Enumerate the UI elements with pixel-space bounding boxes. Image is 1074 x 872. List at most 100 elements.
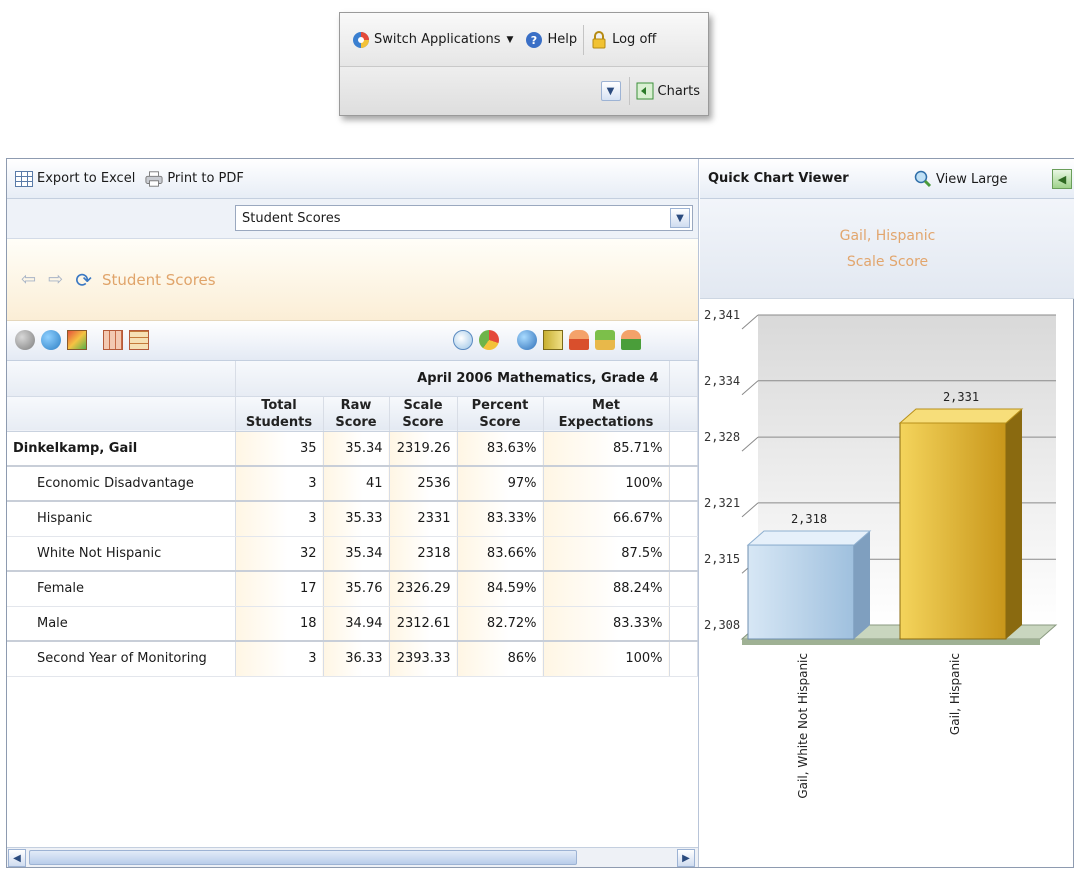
report-select[interactable]: Student Scores ▼ bbox=[235, 205, 693, 231]
chart-subtitle: Scale Score bbox=[846, 253, 929, 270]
table-row[interactable]: Economic Disadvantage 3 41 2536 97% 100% bbox=[7, 465, 698, 502]
column-header-scale-score[interactable]: Scale Score bbox=[389, 396, 458, 432]
exit-icon[interactable]: ◀ bbox=[1052, 169, 1072, 189]
chart-title-block: Gail, Hispanic Scale Score bbox=[700, 199, 1074, 299]
bar-value-label: 2,331 bbox=[943, 390, 979, 404]
charts-label: Charts bbox=[657, 83, 701, 99]
cell-total-students: 18 bbox=[235, 606, 324, 642]
horizontal-scrollbar[interactable]: ◀ ▶ bbox=[7, 847, 698, 867]
bar-value-label: 2,318 bbox=[791, 512, 827, 526]
pie-chart-icon[interactable] bbox=[479, 330, 499, 350]
book-icon[interactable] bbox=[543, 330, 563, 350]
table-filler-cell bbox=[669, 606, 698, 642]
row-label[interactable]: Dinkelkamp, Gail bbox=[7, 431, 236, 467]
grid-view-icon[interactable] bbox=[103, 330, 123, 350]
cell-raw-score: 35.33 bbox=[323, 500, 390, 537]
quick-chart-title: Quick Chart Viewer bbox=[708, 171, 849, 186]
cell-total-students: 3 bbox=[235, 640, 324, 677]
svg-text:?: ? bbox=[531, 34, 537, 47]
log-off-button[interactable]: Log off bbox=[584, 13, 662, 66]
breadcrumb[interactable]: Student Scores bbox=[102, 271, 216, 289]
scroll-right-icon[interactable]: ▶ bbox=[677, 849, 695, 867]
row-label[interactable]: Second Year of Monitoring bbox=[7, 640, 236, 677]
teacher-icon[interactable] bbox=[569, 330, 589, 350]
cell-percent-score: 97% bbox=[457, 465, 544, 502]
scrollbar-thumb[interactable] bbox=[29, 850, 577, 865]
cell-scale-score: 2319.26 bbox=[389, 431, 458, 467]
row-label[interactable]: Male bbox=[7, 606, 236, 642]
chart-toggle-icon[interactable] bbox=[453, 330, 473, 350]
log-off-label: Log off bbox=[612, 32, 657, 47]
gridline-depth bbox=[741, 380, 759, 396]
charts-icon bbox=[636, 82, 654, 100]
row-label[interactable]: Economic Disadvantage bbox=[7, 465, 236, 502]
chart-title: Gail, Hispanic bbox=[839, 227, 936, 244]
y-tick-label: 2,315 bbox=[704, 552, 740, 566]
table-filler-cell bbox=[669, 361, 698, 397]
student-icon[interactable] bbox=[621, 330, 641, 350]
switch-applications-label: Switch Applications bbox=[374, 32, 501, 47]
table-corner-cell bbox=[7, 396, 236, 432]
switch-applications-button[interactable]: Switch Applications ▼ bbox=[346, 13, 519, 66]
cell-met-expectations: 83.33% bbox=[543, 606, 670, 642]
table-filler-cell bbox=[669, 396, 698, 432]
cell-percent-score: 83.63% bbox=[457, 431, 544, 467]
row-label[interactable]: Hispanic bbox=[7, 500, 236, 537]
back-arrow-icon[interactable]: ⇦ bbox=[21, 269, 36, 290]
cell-total-students: 32 bbox=[235, 536, 324, 572]
row-label[interactable]: White Not Hispanic bbox=[7, 536, 236, 572]
column-header-total-students[interactable]: Total Students bbox=[235, 396, 324, 432]
bar-chart: 2,341 2,334 2,328 2,321 2,315 2,308 2,318 Gail,… bbox=[704, 308, 1058, 799]
row-label[interactable]: Female bbox=[7, 570, 236, 607]
cell-total-students: 3 bbox=[235, 465, 324, 502]
table-view-icon[interactable] bbox=[129, 330, 149, 350]
toolbar-divider bbox=[628, 77, 630, 105]
gray-globe-icon[interactable] bbox=[15, 330, 35, 350]
gridline-depth bbox=[741, 314, 759, 330]
y-tick-label: 2,308 bbox=[704, 618, 740, 632]
map-icon[interactable] bbox=[67, 330, 87, 350]
cell-scale-score: 2331 bbox=[389, 500, 458, 537]
cell-raw-score: 36.33 bbox=[323, 640, 390, 677]
bar bbox=[747, 544, 855, 640]
application-toolbar: Switch Applications ▼ ? Help Log off ▼ C… bbox=[339, 12, 709, 116]
y-tick-label: 2,328 bbox=[704, 430, 740, 444]
table-row[interactable]: White Not Hispanic 32 35.34 2318 83.66% 87.5% bbox=[7, 536, 698, 572]
cell-met-expectations: 100% bbox=[543, 640, 670, 677]
world-icon[interactable] bbox=[517, 330, 537, 350]
cell-raw-score: 35.34 bbox=[323, 536, 390, 572]
report-grid-pane: Export to Excel Print to PDF Student Sco… bbox=[7, 159, 699, 867]
column-header-percent-score[interactable]: Percent Score bbox=[457, 396, 544, 432]
table-filler-cell bbox=[669, 536, 698, 572]
scroll-left-icon[interactable]: ◀ bbox=[8, 849, 26, 867]
cell-met-expectations: 100% bbox=[543, 465, 670, 502]
cell-scale-score: 2326.29 bbox=[389, 570, 458, 607]
y-tick-label: 2,334 bbox=[704, 374, 740, 388]
column-header-met-expectations[interactable]: Met Expectations bbox=[543, 396, 670, 432]
charts-button[interactable]: Charts bbox=[634, 67, 703, 115]
class-icon[interactable] bbox=[595, 330, 615, 350]
table-row[interactable]: Second Year of Monitoring 3 36.33 2393.33 86… bbox=[7, 640, 698, 677]
column-header-raw-score[interactable]: Raw Score bbox=[323, 396, 390, 432]
report-panel: Export to Excel Print to PDF Student Sco… bbox=[6, 158, 1074, 868]
table-row[interactable]: Female 17 35.76 2326.29 84.59% 88.24% bbox=[7, 570, 698, 607]
view-large-button[interactable]: View Large bbox=[914, 170, 1008, 188]
report-select-row: Student Scores ▼ bbox=[7, 199, 698, 239]
table-row[interactable]: Male 18 34.94 2312.61 82.72% 83.33% bbox=[7, 606, 698, 642]
breadcrumb-bar: ⇦ ⇨ ⟳ Student Scores bbox=[7, 239, 698, 321]
refresh-icon[interactable]: ⟳ bbox=[75, 268, 92, 292]
chevron-down-icon[interactable]: ▼ bbox=[670, 208, 690, 228]
color-globe-icon[interactable] bbox=[41, 330, 61, 350]
chevron-down-icon[interactable]: ▼ bbox=[600, 81, 621, 101]
print-to-pdf-button[interactable]: Print to PDF bbox=[145, 170, 244, 188]
cell-scale-score: 2318 bbox=[389, 536, 458, 572]
forward-arrow-icon[interactable]: ⇨ bbox=[48, 269, 63, 290]
help-label: Help bbox=[547, 32, 578, 47]
cell-percent-score: 84.59% bbox=[457, 570, 544, 607]
help-button[interactable]: ? Help bbox=[519, 13, 583, 66]
table-row[interactable]: Hispanic 3 35.33 2331 83.33% 66.67% bbox=[7, 500, 698, 537]
export-to-excel-button[interactable]: Export to Excel bbox=[15, 170, 135, 188]
toolbar-row-main: Switch Applications ▼ ? Help Log off bbox=[340, 13, 708, 67]
table-row[interactable]: Dinkelkamp, Gail 35 35.34 2319.26 83.63% 85.7… bbox=[7, 431, 698, 467]
view-large-label: View Large bbox=[936, 171, 1008, 187]
